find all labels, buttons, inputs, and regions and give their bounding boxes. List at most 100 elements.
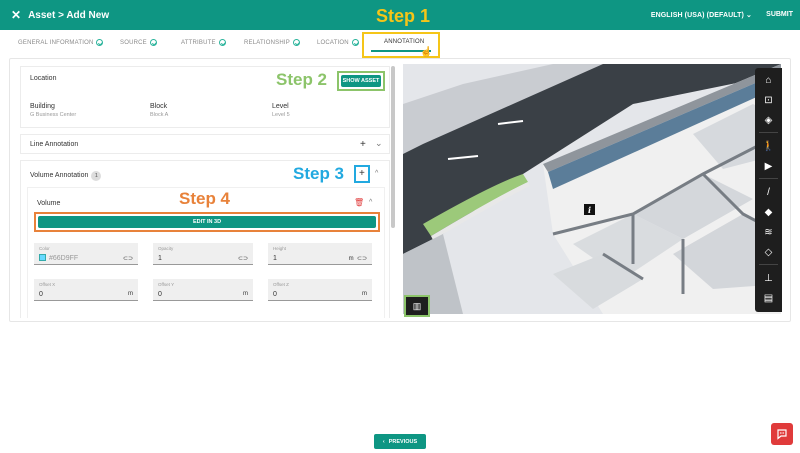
offset-y-label: Offset Y [158,282,175,287]
form-scrollbar[interactable] [391,66,395,228]
color-label: Color [39,246,50,251]
volume-annotation-label: Volume Annotation [30,172,89,179]
location-section: Location Step 2 SHOW ASSET Building G Bu… [20,66,390,128]
building-view-button[interactable]: ▥ [404,295,430,317]
close-icon[interactable]: ✕ [11,8,21,22]
walk-icon[interactable]: 🚶 [755,136,782,156]
step4-label: Step 4 [179,189,231,208]
volume-count-badge: 1 [91,171,102,181]
properties-icon[interactable]: ▤ [755,288,782,308]
measure-icon[interactable]: / [755,182,782,202]
add-line-annotation-button[interactable]: + [360,139,366,150]
volume-title: Volume [37,200,61,207]
tab-label: GENERAL INFORMATION [18,39,94,46]
tab-attribute[interactable]: ATTRIBUTE [181,39,226,46]
add-volume-annotation-button[interactable]: + [359,168,365,179]
block-label: Block [150,103,168,110]
height-value: 1 [273,255,277,262]
language-label: ENGLISH (USA) (DEFAULT) [650,12,744,19]
hierarchy-icon[interactable]: ⊥ [755,268,782,288]
offset-x-value: 0 [39,291,43,298]
previous-button[interactable]: ‹ PREVIOUS [374,434,426,449]
offset-z-value: 0 [273,291,277,298]
collapse-volume-annotation-icon[interactable]: ^ [375,170,378,177]
color-swatch [39,254,46,261]
volume-annotation-section: Volume Annotation 1 Step 3 + ^ Volume Ste… [20,160,390,318]
expand-line-annotation-icon[interactable]: ⌄ [375,138,383,149]
building-3d-render: i [403,64,781,314]
height-field[interactable]: Height 1 m ⊂⊃ [268,243,372,265]
height-unit: m [348,256,354,262]
step1-label: Step 1 [376,6,431,26]
check-icon [96,39,104,46]
previous-label: PREVIOUS [388,438,418,445]
tab-general-information[interactable]: GENERAL INFORMATION [18,39,104,46]
offset-x-unit: m [128,291,133,297]
offset-y-unit: m [243,291,248,297]
cube-icon[interactable]: ◇ [755,242,782,262]
block-value: Block A [150,112,169,118]
collapse-volume-icon[interactable]: ^ [369,199,372,206]
opacity-value: 1 [158,255,162,262]
height-unit-link[interactable]: m ⊂⊃ [349,255,367,262]
edit-in-3d-button[interactable]: EDIT IN 3D [38,216,376,228]
tab-relationship[interactable]: RELATIONSHIP [244,39,300,46]
step2-label: Step 2 [276,70,328,89]
opacity-field[interactable]: Opacity 1 ⊂⊃ [153,243,253,265]
volume-annotation-title: Volume Annotation 1 [30,171,102,181]
color-value: #66D9FF [49,255,79,262]
delete-icon[interactable]: 🗑 [354,198,364,207]
fill-icon[interactable]: ◈ [755,110,782,130]
section-icon[interactable]: ◆ [755,202,782,222]
annotation-form: Location Step 2 SHOW ASSET Building G Bu… [20,66,390,318]
link-icon[interactable]: ⊂⊃ [238,255,248,262]
tab-label: RELATIONSHIP [244,39,290,46]
tab-location[interactable]: LOCATION [317,39,359,46]
building-value: G Business Center [30,112,77,118]
offset-x-field[interactable]: Offset X 0 m [34,279,138,301]
toolbar-divider [759,132,778,133]
level-value: Level 5 [272,112,290,118]
line-annotation-title: Line Annotation [30,141,79,148]
location-title: Location [30,75,57,82]
tab-label: LOCATION [317,39,349,46]
offset-x-label: Offset X [39,282,56,287]
opacity-label: Opacity [158,246,174,251]
tab-label: ATTRIBUTE [181,39,216,46]
toolbar-divider [759,264,778,265]
chat-icon [777,429,787,440]
offset-y-field[interactable]: Offset Y 0 m [153,279,253,301]
camera-icon[interactable]: ▶ [755,156,782,176]
check-icon [218,39,226,46]
page-title: Asset > Add New [28,9,110,21]
toolbar-divider [759,178,778,179]
height-label: Height [273,246,287,251]
tab-source[interactable]: SOURCE [120,39,157,46]
link-icon[interactable]: ⊂⊃ [123,255,133,262]
language-select[interactable]: ENGLISH (USA) (DEFAULT) ⌄ [651,11,752,19]
line-annotation-section: Line Annotation + ⌄ [20,134,390,154]
chat-button[interactable] [771,423,793,445]
viewer-toolbar: ⌂ ⊡ ◈ 🚶 ▶ / ◆ ≋ ◇ ⊥ ▤ [755,68,782,312]
link-icon: ⊂⊃ [356,256,367,262]
color-field[interactable]: Color #66D9FF ⊂⊃ [34,243,138,265]
offset-z-label: Offset Z [273,282,289,287]
submit-button[interactable]: SUBMIT [766,11,793,18]
layers-icon[interactable]: ≋ [755,222,782,242]
focus-icon[interactable]: ⊡ [755,90,782,110]
svg-text:i: i [588,205,591,215]
3d-viewer[interactable]: i [403,64,781,314]
tab-label: SOURCE [120,39,147,46]
chevron-left-icon: ‹ [382,438,385,445]
home-icon[interactable]: ⌂ [755,70,782,90]
show-asset-button[interactable]: SHOW ASSET [341,75,381,87]
step3-label: Step 3 [293,164,345,183]
chevron-down-icon: ⌄ [746,12,752,19]
check-icon [292,39,300,46]
offset-y-value: 0 [158,291,162,298]
building-icon: ▥ [412,300,422,311]
check-icon [149,39,157,46]
volume-card: Volume Step 4 🗑 ^ EDIT IN 3D Color #66D9… [27,187,385,318]
offset-z-field[interactable]: Offset Z 0 m [268,279,372,301]
check-icon [351,39,359,46]
